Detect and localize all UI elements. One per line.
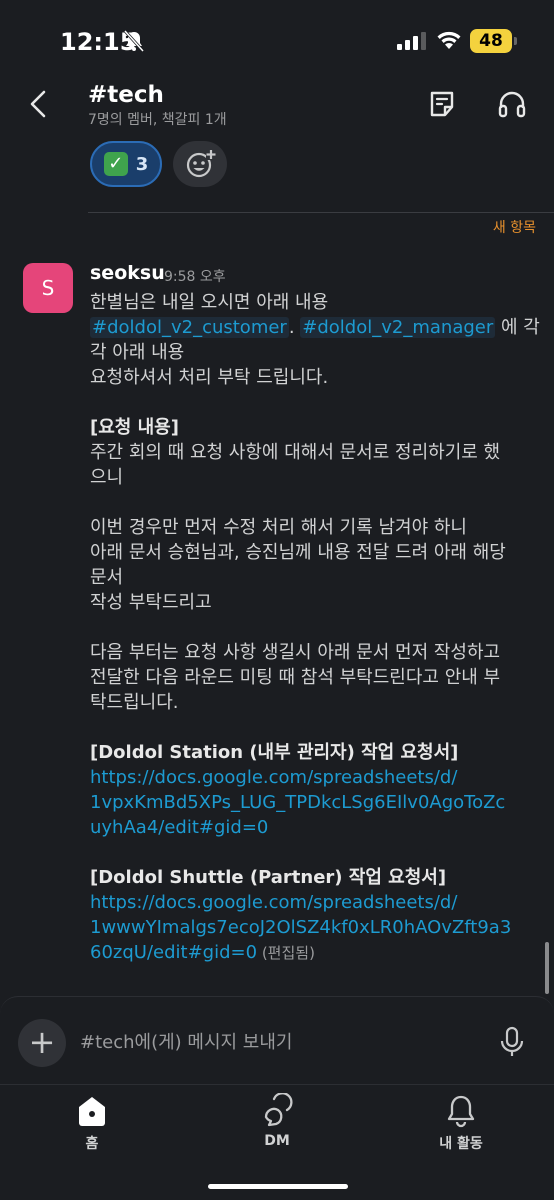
edited-label: (편집됨) [257, 944, 315, 962]
reaction-count: 3 [135, 153, 149, 175]
message-line: 60zqU/edit#gid=0 (편집됨) [90, 940, 540, 966]
plus-icon[interactable]: + [18, 1019, 66, 1067]
message-line: 요청하셔서 처리 부탁 드립니다. [90, 367, 329, 388]
doc1-link[interactable]: 1vpxKmBd5XPs_LUG_TPDkcLSg6EIlv0AgoToZc [90, 790, 540, 815]
doc2-link[interactable]: https://docs.google.com/spreadsheets/d/ [90, 890, 540, 915]
separator-text: . [288, 317, 301, 338]
message-text: 에 각 [495, 317, 540, 338]
headphones-icon[interactable] [496, 88, 528, 120]
message-line: #doldol_v2_customer. #doldol_v2_manager … [90, 315, 540, 340]
add-emoji-icon [186, 150, 216, 178]
message-line: 각 아래 내용 [90, 342, 185, 363]
channel-header: #tech 7명의 멤버, 책갈피 1개 [0, 80, 554, 140]
bottom-nav: 홈 DM 내 활동 [0, 1084, 554, 1200]
battery-icon: 48 [470, 29, 518, 53]
message-line: 으니 [90, 467, 124, 488]
status-bar: 12:15 48 [0, 0, 554, 80]
new-items-divider [88, 212, 554, 213]
doc2-title: [Doldol Shuttle (Partner) 작업 요청서] [90, 867, 447, 888]
channel-title[interactable]: #tech [88, 82, 164, 108]
message-timestamp: 9:58 오후 [164, 269, 226, 285]
channel-link-manager[interactable]: #doldol_v2_manager [300, 317, 496, 338]
nav-dm[interactable]: DM [222, 1093, 332, 1163]
back-arrow-icon[interactable] [22, 86, 58, 122]
microphone-icon[interactable] [498, 1025, 526, 1059]
nav-home-label: 홈 [85, 1136, 99, 1152]
doc1-title: [Doldol Station (내부 관리자) 작업 요청서] [90, 742, 459, 763]
message-input[interactable] [80, 1027, 460, 1057]
home-indicator [208, 1184, 348, 1189]
bell-off-icon [124, 30, 144, 52]
nav-activity-label: 내 활동 [439, 1136, 483, 1152]
message-author[interactable]: seoksu [90, 262, 165, 284]
canvas-icon[interactable] [426, 88, 458, 120]
nav-activity[interactable]: 내 활동 [406, 1093, 516, 1163]
message-line: 전달한 다음 라운드 미팅 때 참석 부탁드린다고 안내 부 [90, 667, 501, 688]
message-line: 탁드립니다. [90, 692, 179, 713]
message-line: 다음 부터는 요청 사항 생길시 아래 문서 먼저 작성하고 [90, 642, 501, 663]
message-composer: + [0, 996, 554, 1084]
message-body: 한별님은 내일 오시면 아래 내용 #doldol_v2_customer. #… [90, 290, 540, 966]
message-line: 작성 부탁드리고 [90, 592, 212, 613]
channel-link-customer[interactable]: #doldol_v2_customer [90, 317, 289, 338]
doc1-link[interactable]: uyhAa4/edit#gid=0 [90, 815, 540, 840]
channel-subtitle[interactable]: 7명의 멤버, 책갈피 1개 [88, 109, 227, 129]
reaction-check-pill[interactable]: ✓ 3 [90, 141, 162, 187]
new-items-label: 새 항목 [492, 220, 536, 236]
avatar[interactable]: S [23, 263, 73, 313]
check-mark-icon: ✓ [103, 152, 128, 176]
message-line: 문서 [90, 567, 124, 588]
home-icon [79, 1097, 105, 1126]
message-line: 이번 경우만 먼저 수정 처리 해서 기록 남겨야 하니 [90, 517, 467, 538]
wifi-icon [437, 31, 461, 49]
message-line: 주간 회의 때 요청 사항에 대해서 문서로 정리하기로 했 [90, 442, 501, 463]
battery-level: 48 [470, 29, 512, 53]
dm-icon [264, 1093, 293, 1127]
doc2-link[interactable]: 1wwwYImalgs7ecoJ2OlSZ4kf0xLR0hAOvZft9a3 [90, 915, 540, 940]
request-heading: [요청 내용] [90, 417, 179, 438]
add-reaction-button[interactable] [173, 141, 227, 187]
signal-icon [397, 32, 426, 50]
nav-home[interactable]: 홈 [37, 1093, 147, 1163]
message-line: 아래 문서 승현님과, 승진님께 내용 전달 드려 아래 해당 [90, 542, 506, 563]
battery-tip [514, 37, 517, 45]
bell-icon [447, 1095, 475, 1128]
doc1-link[interactable]: https://docs.google.com/spreadsheets/d/ [90, 765, 540, 790]
scrollbar-thumb[interactable] [545, 942, 549, 994]
doc2-link[interactable]: 60zqU/edit#gid=0 [90, 942, 257, 963]
nav-dm-label: DM [264, 1133, 290, 1149]
message-line: 한별님은 내일 오시면 아래 내용 [90, 292, 329, 313]
